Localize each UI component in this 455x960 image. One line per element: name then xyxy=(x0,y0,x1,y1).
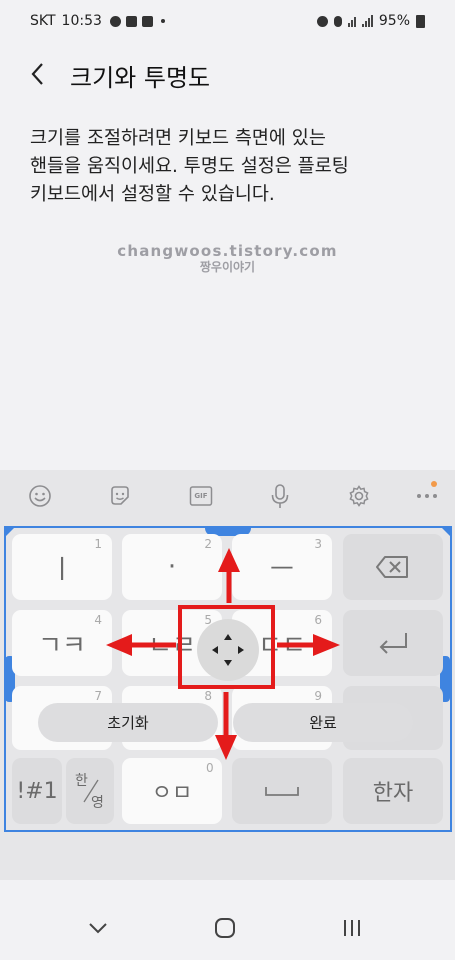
location-icon xyxy=(333,15,342,27)
status-bar: SKT 10:53 95% xyxy=(0,0,455,42)
more-icon[interactable] xyxy=(414,483,440,509)
recents-icon xyxy=(344,920,360,936)
key-hint: 2 xyxy=(204,537,212,551)
gallery-icon xyxy=(125,15,137,27)
home-icon xyxy=(215,918,235,938)
key-hint: 1 xyxy=(94,537,102,551)
key-hint: 4 xyxy=(94,613,102,627)
back-button[interactable] xyxy=(28,60,48,88)
gif-icon[interactable]: GIF xyxy=(188,483,214,509)
description-text: 크기를 조절하려면 키보드 측면에 있는 핸들을 움직이세요. 투명도 설정은 … xyxy=(30,125,440,209)
key-label: ㅣ xyxy=(50,554,74,585)
key-label: · xyxy=(167,552,177,582)
microphone-icon[interactable] xyxy=(267,483,293,509)
backspace-icon xyxy=(376,556,408,578)
shopping-bag-icon xyxy=(141,15,153,27)
symbols-key[interactable]: !#1 xyxy=(12,758,62,824)
nav-home-button[interactable] xyxy=(205,908,245,948)
backspace-key[interactable] xyxy=(343,534,443,600)
watermark-name: 짱우이야기 xyxy=(199,260,256,274)
battery-icon xyxy=(416,14,425,28)
nav-back-button[interactable] xyxy=(78,908,118,948)
enter-icon xyxy=(379,633,407,654)
enter-key[interactable] xyxy=(343,610,443,676)
carrier-label: SKT xyxy=(30,13,56,29)
done-label: 완료 xyxy=(309,714,337,732)
page-title: 크기와 투명도 xyxy=(70,64,211,92)
key-hint: 0 xyxy=(206,761,214,775)
language-toggle-key[interactable]: 한 영 xyxy=(66,758,114,824)
battery-percent: 95% xyxy=(378,13,410,29)
key-hint: 9 xyxy=(314,689,322,703)
notification-dot xyxy=(431,481,437,487)
description-line-1: 크기를 조절하려면 키보드 측면에 있는 xyxy=(30,128,326,149)
talk-icon xyxy=(109,15,121,27)
description-line-3: 키보드에서 설정할 수 있습니다. xyxy=(30,184,275,205)
key-label: ㄱㅋ xyxy=(38,630,86,661)
key-hint: 6 xyxy=(314,613,322,627)
settings-gear-icon[interactable] xyxy=(346,483,372,509)
notification-icons xyxy=(109,15,165,27)
alarm-icon xyxy=(316,15,328,27)
chevron-down-icon xyxy=(89,923,107,934)
status-right: 95% xyxy=(316,13,425,29)
key-label: !#1 xyxy=(16,778,58,804)
key-ieung-mieum[interactable]: ㅇㅁ 0 xyxy=(122,758,222,824)
reset-button[interactable]: 초기화 xyxy=(38,703,218,742)
app-header: 크기와 투명도 xyxy=(0,52,455,96)
gif-label: GIF xyxy=(194,492,208,500)
emoji-icon[interactable] xyxy=(27,483,53,509)
key-hint: 7 xyxy=(94,689,102,703)
slash-icon xyxy=(83,779,99,803)
hanja-key[interactable]: 한자 xyxy=(343,758,443,824)
lang-bottom: 영 xyxy=(91,795,104,811)
key-hint: 8 xyxy=(204,689,212,703)
key-hint: 3 xyxy=(314,537,322,551)
description-line-2: 핸들을 움직이세요. 투명도 설정은 플로팅 xyxy=(30,156,349,177)
nav-recents-button[interactable] xyxy=(332,908,372,948)
reset-label: 초기화 xyxy=(107,714,149,732)
highlight-box xyxy=(178,605,275,689)
status-left: SKT 10:53 xyxy=(30,13,165,29)
key-label: ㅡ xyxy=(270,554,294,585)
key-giyeok[interactable]: ㄱㅋ 4 xyxy=(12,610,112,676)
space-icon xyxy=(265,787,299,796)
key-vowel-dot[interactable]: · 2 xyxy=(122,534,222,600)
key-label: 한자 xyxy=(372,781,414,806)
clock: 10:53 xyxy=(61,13,102,29)
key-vowel-eu[interactable]: ㅡ 3 xyxy=(232,534,332,600)
signal-icon xyxy=(361,15,373,27)
done-button[interactable]: 완료 xyxy=(233,703,413,742)
space-key[interactable] xyxy=(232,758,332,824)
key-label: ㅇㅁ xyxy=(151,781,193,806)
sticker-icon[interactable] xyxy=(107,483,133,509)
more-notifications-icon xyxy=(160,19,165,23)
key-vowel-i[interactable]: ㅣ 1 xyxy=(12,534,112,600)
wifi-icon xyxy=(347,15,356,27)
chevron-left-icon xyxy=(31,63,43,85)
